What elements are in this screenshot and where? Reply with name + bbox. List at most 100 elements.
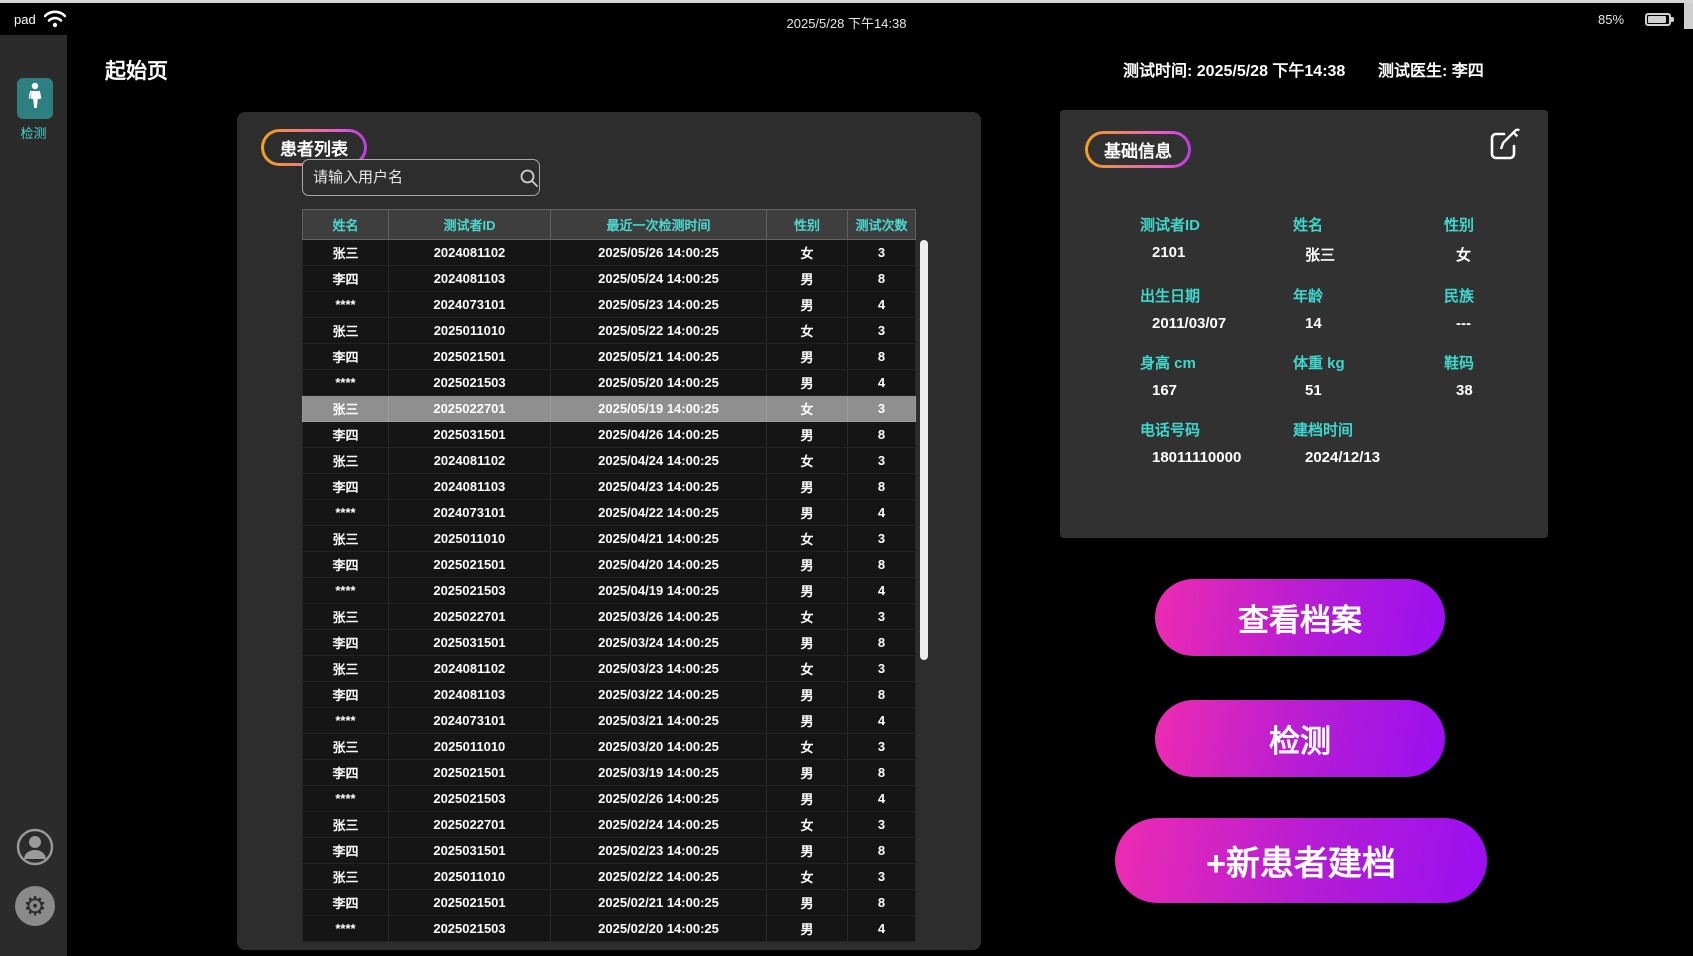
table-cell: 8 xyxy=(848,344,916,370)
sidebar-item-detect[interactable] xyxy=(17,78,53,119)
table-row[interactable]: 李四20250215012025/03/19 14:00:25男8 xyxy=(302,760,916,786)
table-cell: 2025022701 xyxy=(389,396,551,422)
new-patient-button[interactable]: +新患者建档 xyxy=(1115,818,1487,903)
table-row[interactable]: 李四20250215012025/04/20 14:00:25男8 xyxy=(302,552,916,578)
table-row[interactable]: 张三20250110102025/04/21 14:00:25女3 xyxy=(302,526,916,552)
basic-info-title-pill: 基础信息 xyxy=(1085,131,1191,168)
info-field-label: 年龄 xyxy=(1293,285,1444,306)
table-cell: 8 xyxy=(848,552,916,578)
table-cell: 8 xyxy=(848,422,916,448)
info-field-value: 2024/12/13 xyxy=(1293,449,1444,466)
info-field-label: 建档时间 xyxy=(1293,419,1444,440)
table-cell: 李四 xyxy=(302,682,389,708)
table-cell: 2025/03/20 14:00:25 xyxy=(551,734,767,760)
table-row[interactable]: 李四20240811032025/04/23 14:00:25男8 xyxy=(302,474,916,500)
table-cell: 8 xyxy=(848,682,916,708)
table-cell: 3 xyxy=(848,396,916,422)
table-row[interactable]: 李四20250315012025/04/26 14:00:25男8 xyxy=(302,422,916,448)
table-cell: 2025/04/19 14:00:25 xyxy=(551,578,767,604)
table-row[interactable]: 张三20250110102025/05/22 14:00:25女3 xyxy=(302,318,916,344)
table-row[interactable]: ****20240731012025/05/23 14:00:25男4 xyxy=(302,292,916,318)
table-cell: 4 xyxy=(848,578,916,604)
basic-info-fields: 测试者ID2101姓名张三性别女出生日期2011/03/07年龄14民族---身… xyxy=(1140,214,1530,466)
table-row[interactable]: ****20250215032025/04/19 14:00:25男4 xyxy=(302,578,916,604)
table-cell: **** xyxy=(302,786,389,812)
info-field-label: 测试者ID xyxy=(1140,214,1293,235)
table-row[interactable]: 张三20240811022025/03/23 14:00:25女3 xyxy=(302,656,916,682)
gear-icon[interactable]: ⚙ xyxy=(15,886,55,926)
table-cell: 4 xyxy=(848,370,916,396)
table-cell: 张三 xyxy=(302,864,389,890)
table-cell: 2025/04/24 14:00:25 xyxy=(551,448,767,474)
info-field: 电话号码 18011110000 xyxy=(1140,419,1293,466)
basic-info-panel: 基础信息 测试者ID2101姓名张三性别女出生日期2011/03/07年龄14民… xyxy=(1060,110,1548,538)
table-cell: 3 xyxy=(848,448,916,474)
table-cell: 女 xyxy=(767,656,848,682)
table-row[interactable]: 李四20250215012025/02/21 14:00:25男8 xyxy=(302,890,916,916)
detect-button[interactable]: 检测 xyxy=(1155,700,1445,777)
table-cell: 3 xyxy=(848,734,916,760)
info-field-value: 51 xyxy=(1293,382,1444,399)
status-bar: pad 2025/5/28 下午14:38 85% xyxy=(0,3,1693,35)
table-cell: 2025/02/26 14:00:25 xyxy=(551,786,767,812)
table-cell: 2024081102 xyxy=(389,656,551,682)
info-field-value: 2101 xyxy=(1140,244,1293,261)
table-row[interactable]: 张三20250110102025/03/20 14:00:25女3 xyxy=(302,734,916,760)
sidebar-item-detect-label: 检测 xyxy=(0,123,67,142)
table-cell: 2025021503 xyxy=(389,916,551,942)
table-row[interactable]: ****20240731012025/03/21 14:00:25男4 xyxy=(302,708,916,734)
table-cell: 8 xyxy=(848,630,916,656)
info-field-value: 2011/03/07 xyxy=(1140,315,1293,332)
info-field-value: 38 xyxy=(1444,382,1530,399)
table-cell: 2025021501 xyxy=(389,890,551,916)
table-cell: 李四 xyxy=(302,890,389,916)
table-row[interactable]: 李四20250315012025/03/24 14:00:25男8 xyxy=(302,630,916,656)
column-header-3: 性别 xyxy=(767,209,848,240)
table-row[interactable]: 张三20250227012025/05/19 14:00:25女3 xyxy=(302,396,916,422)
edit-pencil-icon xyxy=(1484,124,1524,169)
table-row[interactable]: 张三20250110102025/02/22 14:00:25女3 xyxy=(302,864,916,890)
table-cell: 张三 xyxy=(302,240,389,266)
table-row[interactable]: 李四20240811032025/05/24 14:00:25男8 xyxy=(302,266,916,292)
table-row[interactable]: 张三20240811022025/05/26 14:00:25女3 xyxy=(302,240,916,266)
table-cell: 李四 xyxy=(302,266,389,292)
info-field: 体重 kg51 xyxy=(1293,352,1444,399)
page-title: 起始页 xyxy=(105,55,168,85)
table-cell: 张三 xyxy=(302,604,389,630)
table-row[interactable]: ****20240731012025/04/22 14:00:25男4 xyxy=(302,500,916,526)
table-cell: 张三 xyxy=(302,318,389,344)
table-cell: 2025/05/22 14:00:25 xyxy=(551,318,767,344)
table-cell: 张三 xyxy=(302,396,389,422)
table-row[interactable]: 李四20250315012025/02/23 14:00:25男8 xyxy=(302,838,916,864)
table-cell: 3 xyxy=(848,240,916,266)
table-cell: 2025021501 xyxy=(389,552,551,578)
table-cell: 女 xyxy=(767,864,848,890)
table-cell: 2024081102 xyxy=(389,240,551,266)
table-row[interactable]: 张三20250227012025/03/26 14:00:25女3 xyxy=(302,604,916,630)
table-row[interactable]: ****20250215032025/02/26 14:00:25男4 xyxy=(302,786,916,812)
table-row[interactable]: ****20250215032025/05/20 14:00:25男4 xyxy=(302,370,916,396)
table-row[interactable]: 张三20250227012025/02/24 14:00:25女3 xyxy=(302,812,916,838)
info-field-value: 18011110000 xyxy=(1140,449,1293,466)
table-cell: 2025011010 xyxy=(389,318,551,344)
table-row[interactable]: 张三20240811022025/04/24 14:00:25女3 xyxy=(302,448,916,474)
table-cell: 8 xyxy=(848,474,916,500)
table-row[interactable]: 李四20250215012025/05/21 14:00:25男8 xyxy=(302,344,916,370)
search-input[interactable] xyxy=(303,169,518,186)
table-cell: 2025011010 xyxy=(389,864,551,890)
table-cell: **** xyxy=(302,578,389,604)
user-circle-icon[interactable] xyxy=(16,828,54,866)
table-scrollbar-thumb[interactable] xyxy=(920,240,928,660)
table-cell: 男 xyxy=(767,682,848,708)
table-cell: 女 xyxy=(767,448,848,474)
table-row[interactable]: 李四20240811032025/03/22 14:00:25男8 xyxy=(302,682,916,708)
info-field-value: --- xyxy=(1444,315,1530,332)
table-cell: 2025011010 xyxy=(389,734,551,760)
table-cell: 3 xyxy=(848,812,916,838)
search-icon[interactable] xyxy=(518,168,539,188)
table-row[interactable]: ****20250215032025/02/20 14:00:25男4 xyxy=(302,916,916,942)
view-archive-button[interactable]: 查看档案 xyxy=(1155,579,1445,656)
edit-button[interactable] xyxy=(1480,122,1528,170)
info-field-label: 电话号码 xyxy=(1140,419,1293,440)
table-cell: 2025/03/24 14:00:25 xyxy=(551,630,767,656)
